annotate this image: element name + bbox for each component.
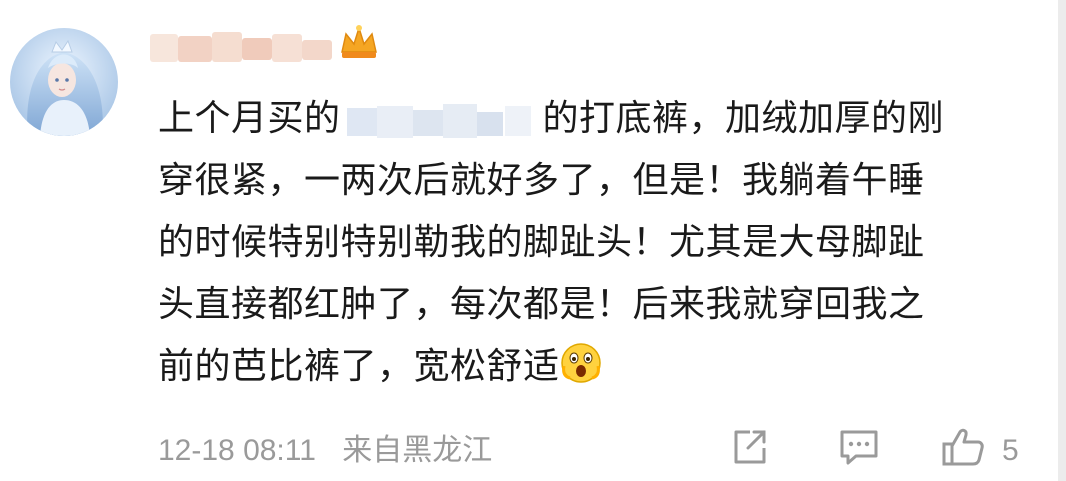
comment-meta: 12-18 08:11 来自黑龙江 bbox=[158, 426, 506, 476]
avatar[interactable] bbox=[10, 28, 118, 136]
comment-text: 上个月买的 的打底裤，加绒加厚的刚 穿很紧，一两次后就好多了，但是！我躺着午睡 … bbox=[158, 88, 1018, 398]
thumbs-up-icon[interactable] bbox=[940, 424, 988, 474]
scroll-edge bbox=[1058, 0, 1066, 481]
comment-segment: 前的芭比裤了，宽松舒适 bbox=[158, 346, 560, 387]
comment-segment: 的打底裤，加绒加厚的刚 bbox=[542, 98, 945, 139]
comment-icon[interactable] bbox=[836, 424, 882, 474]
share-icon[interactable] bbox=[728, 424, 772, 474]
mention-pixelated[interactable] bbox=[345, 100, 535, 140]
comment-line: 上个月买的 的打底裤，加绒加厚的刚 bbox=[158, 88, 1018, 150]
comment-line: 的时候特别特别勒我的脚趾头！尤其是大母脚趾 bbox=[158, 222, 925, 263]
username-pixelated[interactable] bbox=[150, 30, 335, 66]
comment-line: 前的芭比裤了，宽松舒适 bbox=[158, 336, 1018, 398]
comment-segment: 上个月买的 bbox=[158, 98, 341, 139]
comment-line: 穿很紧，一两次后就好多了，但是！我躺着午睡 bbox=[158, 160, 925, 201]
timestamp: 12-18 08:11 bbox=[158, 434, 316, 467]
location: 来自黑龙江 bbox=[342, 434, 493, 467]
like-count: 5 bbox=[1002, 434, 1019, 467]
comment-line: 头直接都红肿了，每次都是！后来我就穿回我之 bbox=[158, 284, 925, 325]
surprised-face-emoji bbox=[560, 342, 602, 384]
crown-badge-icon bbox=[336, 22, 382, 62]
